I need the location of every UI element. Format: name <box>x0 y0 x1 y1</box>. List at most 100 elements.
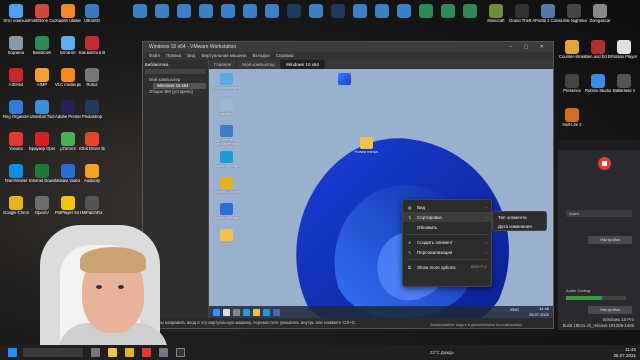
host-icon[interactable]: Браузер Opera <box>29 132 55 151</box>
guest-lang[interactable]: ENG <box>510 307 519 313</box>
tab-home[interactable]: Главная <box>209 60 238 69</box>
context-menu-item[interactable]: ▦ Вид › <box>403 202 491 212</box>
menu-edit[interactable]: Правка <box>166 52 181 60</box>
host-icon[interactable]: Photoshop <box>80 100 104 119</box>
guest-start-icon[interactable] <box>213 308 220 316</box>
guest-desktop[interactable]: Этот компьютер Корзина Панель управления Mi… <box>209 69 553 318</box>
obs-settings-button-2[interactable]: Настройки <box>588 306 632 314</box>
guest-search-icon[interactable] <box>223 308 230 316</box>
host-icon[interactable]: Internet Downloa. <box>29 164 55 183</box>
host-icon[interactable]: Как войти в BIOS <box>79 36 105 55</box>
vmware-window[interactable]: Windows 10 x64 - VMware Workstation – ▢ … <box>142 41 554 329</box>
host-icon[interactable]: TeamViewer <box>4 164 28 183</box>
host-vmware-icon[interactable] <box>159 348 168 357</box>
menu-view[interactable]: Вид <box>187 52 195 60</box>
guest-widgets-icon[interactable] <box>243 308 250 316</box>
host-icon[interactable]: UltraISO <box>80 4 104 23</box>
host-game-icon[interactable]: Counter-Strike Global Offen. <box>559 40 585 59</box>
host-icon[interactable]: AIMP <box>30 68 54 87</box>
host-game-icon[interactable]: Little Nightmares II <box>561 4 587 23</box>
host-game-icon[interactable]: Grand Theft Auto V <box>509 4 535 23</box>
host-icon[interactable]: Rufus <box>80 68 104 87</box>
guest-icon[interactable]: Microsoft Edge <box>211 151 241 168</box>
guest-icon[interactable]: Этот компьютер <box>211 73 241 90</box>
menu-file[interactable]: Файл <box>149 52 160 60</box>
guest-top-icon[interactable] <box>329 73 359 85</box>
host-top-icon[interactable] <box>348 4 372 18</box>
host-top-icon[interactable] <box>436 4 460 18</box>
context-menu-item[interactable]: ✎ Персонализация › <box>403 247 491 257</box>
record-button[interactable] <box>598 157 611 170</box>
host-icon[interactable]: Bandicam <box>30 36 54 55</box>
submenu-item-date[interactable]: Дата изменения <box>493 222 546 231</box>
host-clock[interactable]: 11:46 25.07.2021 <box>613 347 636 358</box>
host-yandex-icon[interactable] <box>142 348 151 357</box>
tab-win10[interactable]: Windows 10 x64 <box>280 60 325 69</box>
host-icon[interactable]: VLC media player <box>55 68 81 87</box>
host-game-icon[interactable]: Minecraft <box>484 4 508 23</box>
host-top-icon[interactable] <box>194 4 218 18</box>
menu-tabs[interactable]: Вкладки <box>253 52 270 60</box>
guest-icon[interactable]: Корзина <box>211 99 241 116</box>
host-icon[interactable]: Reg Organizer <box>3 100 29 119</box>
host-top-icon[interactable] <box>326 4 350 18</box>
host-icon[interactable]: AIDA64 <box>4 68 28 87</box>
guest-taskview-icon[interactable] <box>233 308 240 316</box>
host-icon[interactable]: OpenIV <box>30 196 54 215</box>
host-top-icon[interactable] <box>128 4 152 18</box>
host-icon[interactable]: Корзина <box>4 36 28 55</box>
host-icon[interactable]: Adobe Premiere P. <box>55 100 81 119</box>
host-top-icon[interactable] <box>414 4 438 18</box>
obs-hotkey-field[interactable]: Insert <box>566 210 632 217</box>
library-item-shared[interactable]: Общие ВМ (устарело) <box>145 89 206 95</box>
host-top-icon[interactable] <box>282 4 306 18</box>
host-top-icon[interactable] <box>370 4 394 18</box>
context-menu-item[interactable]: Обновить <box>403 222 491 232</box>
host-top-icon[interactable] <box>238 4 262 18</box>
host-icon[interactable]: µTorrent <box>56 132 80 151</box>
host-top-icon[interactable] <box>216 4 240 18</box>
host-top-icon[interactable] <box>260 4 284 18</box>
context-menu-item[interactable]: ⇅ Сортировка › <box>403 212 491 222</box>
host-top-icon[interactable] <box>172 4 196 18</box>
host-icon[interactable]: Uninstall Tool <box>30 100 54 119</box>
guest-edge-icon[interactable] <box>263 308 270 316</box>
guest-icon[interactable]: Папка <box>211 229 241 246</box>
host-game-icon[interactable]: Presence <box>560 74 584 93</box>
host-game-icon[interactable]: Portal 2 Console <box>535 4 561 23</box>
library-search-input[interactable] <box>145 69 206 74</box>
host-game-icon[interactable]: Ben and Ed Blood Party <box>585 40 611 59</box>
guest-icon[interactable]: Панель управления <box>211 125 241 146</box>
host-start-icon[interactable] <box>8 348 17 357</box>
guest-store-icon[interactable] <box>273 308 280 316</box>
host-icon[interactable]: Audacity <box>80 164 104 183</box>
host-taskview-icon[interactable] <box>91 348 100 357</box>
host-search-box[interactable] <box>23 348 83 357</box>
host-weather[interactable]: 23°C Дождь <box>430 350 454 355</box>
host-icon[interactable]: Блокнот <box>56 36 80 55</box>
obs-settings-button-1[interactable]: Настройки <box>588 236 632 244</box>
host-icon[interactable]: MiPatchFix <box>80 196 104 215</box>
host-icon[interactable]: Movavi Video Editor Plus <box>55 164 81 183</box>
host-icon[interactable]: FastStone Capture <box>29 4 55 23</box>
host-icon[interactable]: PotPlayer 64 bit <box>55 196 81 215</box>
context-menu-item[interactable]: ⊕ Создать элемент › <box>403 237 491 247</box>
host-icon[interactable]: Yandex <box>4 132 28 151</box>
host-icon[interactable]: Google Chrome <box>3 196 29 215</box>
context-menu-item[interactable]: ⧉ Show more options Shift+F10 <box>403 262 491 272</box>
menu-vm[interactable]: Виртуальная машина <box>201 52 246 60</box>
host-top-icon[interactable] <box>304 4 328 18</box>
menu-help[interactable]: Справка <box>276 52 294 60</box>
guest-icon[interactable]: Google Chrome <box>211 177 241 194</box>
tab-my-computer[interactable]: Мой компьютер <box>237 60 281 69</box>
host-chrome-icon[interactable] <box>125 348 134 357</box>
host-explorer-icon[interactable] <box>108 348 117 357</box>
host-game-icon[interactable]: Battlefield 4 <box>612 74 636 93</box>
host-top-icon[interactable] <box>150 4 174 18</box>
host-icon[interactable]: Этот компьютер <box>3 4 29 23</box>
guest-explorer-icon[interactable] <box>253 308 260 316</box>
host-top-icon[interactable] <box>458 4 482 18</box>
host-game-icon[interactable]: Zomgascar <box>588 4 612 23</box>
host-top-icon[interactable] <box>392 4 416 18</box>
host-game-icon[interactable]: Roblox Studio <box>585 74 611 93</box>
